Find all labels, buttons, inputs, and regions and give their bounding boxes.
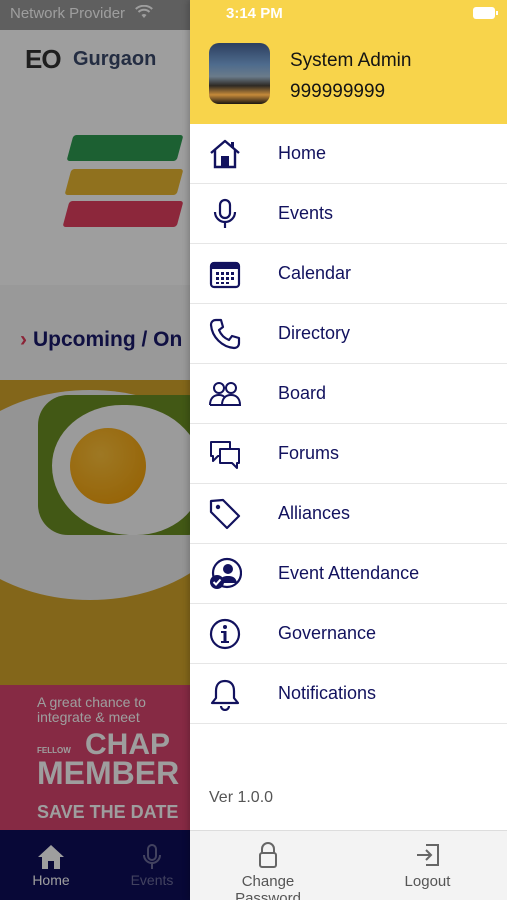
microphone-icon: [213, 198, 237, 228]
menu-item-board[interactable]: Board: [190, 364, 507, 424]
menu-item-governance[interactable]: Governance: [190, 604, 507, 664]
menu-item-label: Notifications: [278, 683, 377, 703]
users-icon: [209, 382, 242, 406]
menu-item-label: Governance: [278, 623, 377, 643]
logout-icon: [416, 844, 439, 866]
menu-item-label: Alliances: [278, 503, 351, 523]
chat-bubbles-icon: [210, 441, 240, 469]
logout-button[interactable]: Logout: [395, 841, 460, 890]
menu-item-notifications[interactable]: Notifications: [190, 664, 507, 724]
menu-item-directory[interactable]: Directory: [190, 304, 507, 364]
menu-item-alliances[interactable]: Alliances: [190, 484, 507, 544]
side-drawer: 3:14 PM System Admin 999999999 Home Even…: [190, 0, 507, 900]
menu-item-label: Home: [278, 143, 327, 163]
menu-item-home[interactable]: Home: [190, 124, 507, 184]
calendar-icon: [209, 261, 241, 289]
menu-item-label: Directory: [278, 323, 351, 343]
battery-icon: [473, 7, 498, 19]
home-icon: [210, 139, 240, 169]
info-icon: [209, 618, 241, 650]
menu-item-label: Forums: [278, 443, 340, 463]
lock-icon: [259, 842, 277, 868]
app-version: Ver 1.0.0: [209, 789, 274, 806]
avatar[interactable]: [209, 43, 270, 104]
user-name: System Admin: [290, 50, 412, 71]
dim-overlay[interactable]: [0, 0, 190, 900]
menu-item-label: Events: [278, 203, 334, 223]
user-phone: 999999999: [290, 81, 386, 102]
drawer-header: 3:14 PM System Admin 999999999: [190, 0, 507, 124]
status-time: 3:14 PM: [226, 5, 283, 22]
menu-item-calendar[interactable]: Calendar: [190, 244, 507, 304]
drawer-menu: Home Events Calendar Directory Board For…: [190, 124, 507, 724]
menu-item-label: Event Attendance: [278, 563, 420, 583]
menu-item-events[interactable]: Events: [190, 184, 507, 244]
user-check-icon: [210, 557, 242, 589]
bell-icon: [210, 679, 240, 711]
menu-item-label: Calendar: [278, 263, 352, 283]
change-password-button[interactable]: Change Password: [207, 841, 329, 900]
menu-item-label: Board: [278, 383, 327, 403]
drawer-footer: Change Password Logout: [190, 830, 507, 900]
phone-icon: [209, 318, 241, 350]
tag-icon: [209, 498, 241, 530]
menu-item-forums[interactable]: Forums: [190, 424, 507, 484]
menu-item-event-attendance[interactable]: Event Attendance: [190, 544, 507, 604]
